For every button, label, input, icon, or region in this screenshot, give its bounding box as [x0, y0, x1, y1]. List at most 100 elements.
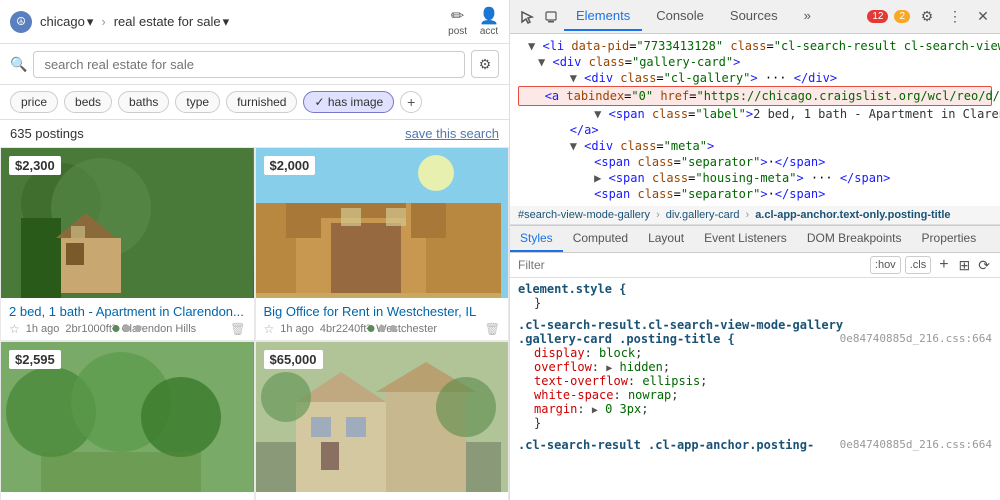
dom-line[interactable]: </a>	[518, 122, 992, 138]
refresh-icon[interactable]: ⟳	[976, 257, 992, 274]
settings-icon[interactable]: ⚙	[916, 6, 938, 28]
tab-more[interactable]: »	[792, 2, 823, 31]
dot	[124, 325, 131, 332]
new-rule-icon[interactable]: ⊞	[957, 257, 973, 274]
dot	[113, 325, 120, 332]
warning-badge: 2	[894, 10, 910, 23]
listing-price: $2,300	[9, 156, 61, 175]
style-block-anchor: .cl-search-result .cl-app-anchor.posting…	[518, 438, 992, 452]
style-selector-cont[interactable]: .gallery-card .posting-title {	[518, 332, 735, 346]
style-prop: text-overflow: ellipsis;	[518, 374, 992, 388]
category-chevron: ▾	[223, 14, 230, 30]
devtools-device-icon[interactable]	[540, 6, 562, 28]
listing-title[interactable]: 2 bed, 1 bath - Apartment in Clarendon..…	[9, 304, 246, 319]
dom-line[interactable]: ▶ <span class="housing-meta"> ··· </span…	[518, 170, 992, 186]
listing-card[interactable]: $2,000 Big Office for Rent in Westcheste…	[255, 147, 510, 341]
tab-layout[interactable]: Layout	[638, 226, 694, 252]
listing-time: 1h ago	[280, 323, 314, 335]
listing-card[interactable]: $65,000 House for Sale ☆ 2h ago 2br Chic…	[255, 341, 510, 500]
account-button[interactable]: 👤 acct	[479, 6, 499, 37]
listing-dots	[367, 325, 396, 332]
category-link[interactable]: real estate for sale ▾	[114, 14, 229, 30]
close-icon[interactable]: ✕	[972, 6, 994, 28]
style-prop: display: block;	[518, 346, 992, 360]
trash-icon[interactable]: 🗑	[230, 322, 245, 336]
dot	[367, 325, 374, 332]
dom-line[interactable]: ▼ <span class="label">2 bed, 1 bath - Ap…	[518, 106, 992, 122]
dom-line[interactable]: <span class="separator">·</span>	[518, 154, 992, 170]
listing-dots	[113, 325, 142, 332]
style-close: }	[518, 416, 541, 430]
post-button[interactable]: ✏ post	[448, 6, 467, 37]
listing-card[interactable]: $2,595 House for Rent ☆ 2h ago 3br Chica…	[0, 341, 255, 500]
save-search-link[interactable]: save this search	[405, 126, 499, 141]
location-link[interactable]: chicago ▾	[40, 14, 93, 30]
filter-icon-button[interactable]: ⚙	[471, 50, 499, 78]
pseudo-hov-btn[interactable]: :hov	[870, 256, 901, 274]
filter-tag-furnished[interactable]: furnished	[226, 91, 297, 113]
tab-properties[interactable]: Properties	[912, 226, 987, 252]
style-prop: white-space: nowrap;	[518, 388, 992, 402]
dom-line[interactable]: ▼ <li data-pid="7733413128" class="cl-se…	[518, 38, 992, 54]
tab-computed[interactable]: Computed	[563, 226, 638, 252]
more-options-icon[interactable]: ⋮	[944, 6, 966, 28]
listing-title[interactable]: Big Office for Rent in Westchester, IL	[264, 304, 501, 319]
filter-tag-baths[interactable]: baths	[118, 91, 169, 113]
style-selector: element.style {	[518, 282, 626, 296]
listing-size: 4br2240ft²	[320, 323, 370, 335]
dom-breadcrumb: #search-view-mode-gallery › div.gallery-…	[510, 206, 1000, 225]
styles-sub-tabs: Styles Computed Layout Event Listeners D…	[510, 226, 1000, 253]
listing-card[interactable]: $2,300 2 bed, 1 bath - Apartment in Clar…	[0, 147, 255, 341]
top-bar-right: ✏ post 👤 acct	[448, 6, 499, 37]
left-panel: ☮ chicago ▾ › real estate for sale ▾ ✏ p…	[0, 0, 510, 500]
styles-filter-input[interactable]	[518, 258, 864, 272]
filter-tag-beds[interactable]: beds	[64, 91, 112, 113]
dom-line[interactable]: ▼ <div class="cl-gallery"> ··· </div>	[518, 70, 992, 86]
breadcrumb-item[interactable]: #search-view-mode-gallery	[518, 209, 650, 221]
listing-time: 1h ago	[26, 323, 60, 335]
tab-console[interactable]: Console	[644, 2, 716, 31]
devtools-action-icons: 12 2 ⚙ ⋮ ✕	[867, 6, 994, 28]
pseudo-cls-btn[interactable]: .cls	[905, 256, 932, 274]
listings-grid: $2,300 2 bed, 1 bath - Apartment in Clar…	[0, 147, 509, 500]
listing-size: 2br1000ft²	[65, 323, 115, 335]
dom-line-highlighted[interactable]: <a tabindex="0" href="https://chicago.cr…	[518, 86, 992, 106]
breadcrumb-separator: ›	[656, 209, 660, 221]
post-icon: ✏	[451, 6, 464, 26]
filter-add-button[interactable]: +	[400, 91, 422, 113]
tab-event-listeners[interactable]: Event Listeners	[694, 226, 797, 252]
trash-icon[interactable]: 🗑	[485, 322, 500, 336]
filter-tag-has-image[interactable]: ✓ has image	[303, 91, 394, 113]
breadcrumb-item[interactable]: div.gallery-card	[666, 209, 740, 221]
dom-line[interactable]: ▼ <div class="gallery-card">	[518, 54, 992, 70]
dot	[389, 325, 396, 332]
filter-tag-price[interactable]: price	[10, 91, 58, 113]
add-style-icon[interactable]: +	[935, 256, 952, 274]
style-source: 0e84740885d_216.css:664	[840, 332, 992, 345]
breadcrumb-item-active[interactable]: a.cl-app-anchor.text-only.posting-title	[755, 209, 950, 221]
tab-styles[interactable]: Styles	[510, 226, 563, 252]
style-selector[interactable]: .cl-search-result.cl-search-view-mode-ga…	[518, 318, 843, 332]
listing-info: 2 bed, 1 bath - Apartment in Clarendon..…	[1, 298, 254, 340]
filter-tag-type[interactable]: type	[175, 91, 220, 113]
style-prop: overflow: ▶ hidden;	[518, 360, 992, 374]
post-label: post	[448, 26, 467, 37]
listings-header: 635 postings save this search	[0, 120, 509, 147]
style-block-element: element.style { }	[518, 282, 992, 310]
tab-elements[interactable]: Elements	[564, 2, 642, 31]
dot	[378, 325, 385, 332]
tab-sources[interactable]: Sources	[718, 2, 790, 31]
tab-dom-breakpoints[interactable]: DOM Breakpoints	[797, 226, 912, 252]
style-close: }	[518, 296, 541, 310]
location-text: chicago	[40, 14, 85, 29]
devtools-tabs: Elements Console Sources » 12 2 ⚙ ⋮ ✕	[510, 0, 1000, 34]
dom-line[interactable]: <span class="separator">·</span>	[518, 186, 992, 202]
listing-price: $2,595	[9, 350, 61, 369]
style-selector[interactable]: .cl-search-result .cl-app-anchor.posting…	[518, 438, 814, 452]
breadcrumb-separator: ›	[746, 209, 750, 221]
search-input[interactable]	[33, 51, 465, 78]
location-chevron: ▾	[87, 14, 94, 30]
devtools-cursor-icon[interactable]	[516, 6, 538, 28]
styles-panel: Styles Computed Layout Event Listeners D…	[510, 225, 1000, 500]
dom-line[interactable]: ▼ <div class="meta">	[518, 138, 992, 154]
